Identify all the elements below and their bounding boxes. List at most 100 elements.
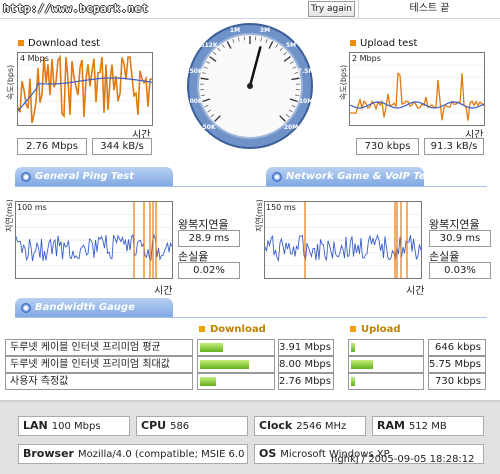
site-url: http://www.bcpark.net bbox=[3, 2, 149, 15]
upload-title-text: Upload test bbox=[360, 38, 418, 49]
user-timestamp: nghkj / 2005-09-05 18:28:12 bbox=[331, 454, 475, 465]
ping-graph bbox=[15, 201, 173, 279]
upload-bar-track bbox=[348, 373, 424, 390]
cpu-value: 586 bbox=[170, 421, 190, 432]
gauge-tick-label: 250K bbox=[186, 68, 203, 75]
download-title-text: Download test bbox=[28, 38, 101, 49]
try-again-button[interactable]: Try again bbox=[308, 1, 355, 17]
cpu-info: CPU 586 bbox=[136, 416, 248, 436]
gauge-tick-label: 10M bbox=[299, 98, 313, 105]
upload-bar-value: 646 kbps bbox=[428, 339, 486, 356]
upload-mbps-value: 730 kbps bbox=[356, 138, 419, 155]
download-ylabel: 속도(bps) bbox=[6, 64, 15, 100]
upload-graph-svg bbox=[349, 64, 485, 121]
upload-bar-value: 5.75 Mbps bbox=[428, 356, 486, 373]
bandwidth-upload-legend: Upload bbox=[350, 324, 400, 335]
bandwidth-download-legend-text: Download bbox=[210, 324, 266, 335]
tab-general-ping-test[interactable]: General Ping Test bbox=[15, 167, 173, 187]
clock-label: Clock bbox=[259, 419, 293, 432]
ram-label: RAM bbox=[377, 419, 405, 432]
tab-dot-icon bbox=[272, 172, 282, 182]
browser-info: Browser Mozilla/4.0 (compatible; MSIE 6.0 bbox=[18, 444, 248, 464]
latency-trace bbox=[264, 234, 422, 263]
bandwidth-row-label: 사용자 측정값 bbox=[5, 373, 193, 390]
download-graph-svg bbox=[17, 54, 153, 124]
gauge-tick-label: 100K bbox=[186, 98, 203, 105]
upload-bar-fill bbox=[351, 360, 373, 369]
browser-label: Browser bbox=[23, 447, 74, 460]
clock-info: Clock 2546 MHz bbox=[254, 416, 366, 436]
ping-ylabel: 지연(ms) bbox=[5, 199, 14, 232]
upload-bar-fill bbox=[351, 343, 355, 352]
bandwidth-row-label: 두루넷 케이블 인터넷 프리미엄 평균 bbox=[5, 339, 193, 356]
tab-dot-icon bbox=[21, 172, 31, 182]
bandwidth-download-legend: Download bbox=[199, 324, 266, 335]
upload-bar-track bbox=[348, 356, 424, 373]
download-title: Download test bbox=[18, 38, 100, 49]
tab-dot-icon bbox=[21, 303, 31, 313]
download-mbps-value: 2.76 Mbps bbox=[17, 138, 87, 155]
gauge-tick-label: 7.5M bbox=[298, 68, 314, 75]
game-rtt-value: 30.9 ms bbox=[429, 230, 491, 247]
upload-bar-value: 730 kbps bbox=[428, 373, 486, 390]
download-bar-track bbox=[197, 339, 275, 356]
download-bar-fill bbox=[200, 343, 223, 352]
tab-general-ping-label: General Ping Test bbox=[35, 171, 135, 182]
lan-label: LAN bbox=[23, 419, 48, 432]
clock-value: 2546 MHz bbox=[296, 421, 347, 432]
ping-max-label: 100 ms bbox=[17, 203, 47, 212]
ping-graph-svg bbox=[15, 202, 173, 278]
ram-value: 512 MB bbox=[408, 421, 447, 432]
upload-ylabel: 속도(bps) bbox=[339, 64, 348, 100]
tab-bandwidth-label: Bandwidth Gauge bbox=[35, 302, 135, 313]
upload-graph bbox=[349, 52, 485, 126]
upload-kbs-value: 91.3 kB/s bbox=[424, 138, 484, 155]
game-loss-value: 0.03% bbox=[429, 262, 491, 279]
game-xlabel: 시간 bbox=[406, 286, 425, 297]
tab-divider bbox=[15, 317, 487, 318]
os-label: OS bbox=[259, 447, 277, 460]
download-bar-fill bbox=[200, 360, 249, 369]
browser-value: Mozilla/4.0 (compatible; MSIE 6.0 bbox=[77, 449, 245, 460]
gauge-tick-label: 512K bbox=[200, 42, 218, 49]
download-bar-value: 8.00 Mbps bbox=[278, 356, 334, 373]
download-kbs-value: 344 kB/s bbox=[92, 138, 152, 155]
upload-title: Upload test bbox=[350, 38, 417, 49]
latency-trace bbox=[15, 233, 173, 262]
lan-info: LAN 100 Mbps bbox=[18, 416, 130, 436]
download-bar-track bbox=[197, 356, 275, 373]
tab-network-game-voip-test[interactable]: Network Game & VoIP Test bbox=[266, 167, 436, 187]
download-max-label: 4 Mbps bbox=[20, 54, 49, 63]
download-bar-value: 2.76 Mbps bbox=[278, 373, 334, 390]
ping-rtt-value: 28.9 ms bbox=[178, 230, 240, 247]
bullet-icon bbox=[18, 40, 24, 46]
gauge-tick-label: 5M bbox=[286, 42, 296, 49]
download-bar-track bbox=[197, 373, 275, 390]
upload-trace bbox=[350, 71, 485, 121]
bandwidth-upload-legend-text: Upload bbox=[361, 324, 401, 335]
game-graph-svg bbox=[264, 202, 422, 278]
upload-bar-track bbox=[348, 339, 424, 356]
ping-xlabel: 시간 bbox=[154, 286, 173, 297]
tab-network-game-label: Network Game & VoIP Test bbox=[286, 171, 437, 182]
legend-icon bbox=[199, 326, 205, 332]
gauge-tick-label: 1M bbox=[230, 27, 240, 34]
ram-info: RAM 512 MB bbox=[372, 416, 484, 436]
gauge-tick-label: 3M bbox=[260, 27, 270, 34]
bullet-icon bbox=[350, 40, 356, 46]
game-max-label: 150 ms bbox=[266, 203, 296, 212]
download-graph bbox=[17, 52, 153, 126]
tab-divider bbox=[15, 186, 487, 187]
gauge-tick-label: 50K bbox=[202, 124, 215, 131]
test-end-label: 테스트 끝 bbox=[358, 0, 500, 18]
lan-value: 100 Mbps bbox=[51, 421, 101, 432]
speed-gauge-svg: 50K 100K 250K 512K 1M 3M 5M 7.5M 10M 20M bbox=[185, 23, 314, 149]
gauge-hub bbox=[247, 83, 253, 89]
download-bar-value: 3.91 Mbps bbox=[278, 339, 334, 356]
download-bar-fill bbox=[200, 377, 216, 386]
upload-bar-fill bbox=[351, 377, 355, 386]
ping-loss-value: 0.02% bbox=[178, 262, 240, 279]
cpu-label: CPU bbox=[141, 419, 167, 432]
tab-bandwidth-gauge[interactable]: Bandwidth Gauge bbox=[15, 298, 173, 318]
game-graph bbox=[264, 201, 422, 279]
